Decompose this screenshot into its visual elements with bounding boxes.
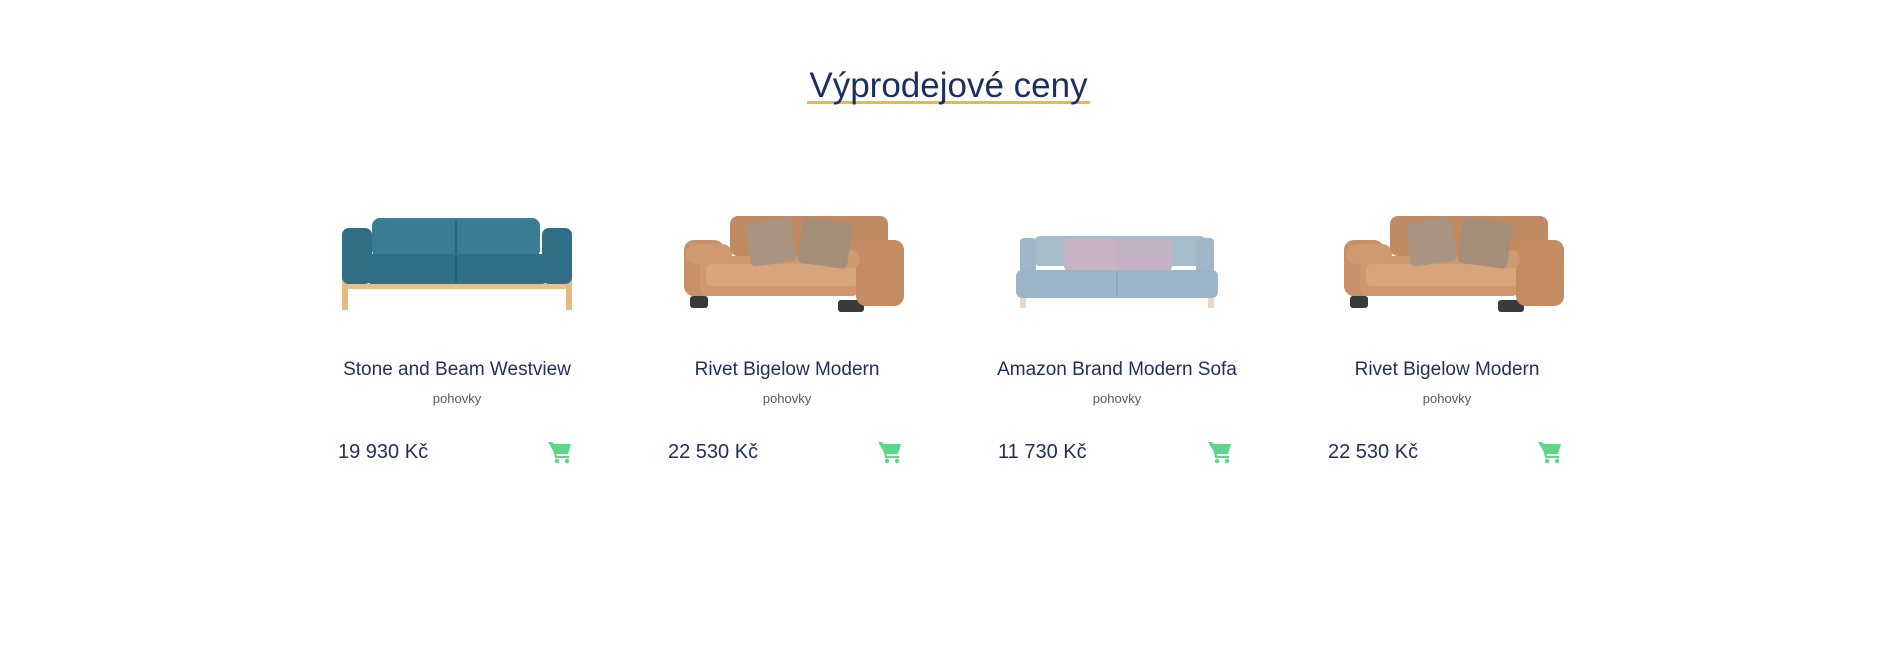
tan-leather-sofa-image[interactable] xyxy=(1320,200,1574,330)
product-card: Amazon Brand Modern Sofa pohovky 11 730 … xyxy=(990,200,1244,480)
product-name[interactable]: Stone and Beam Westview xyxy=(310,358,604,382)
product-name[interactable]: Rivet Bigelow Modern xyxy=(640,358,934,382)
section-title: Výprodejové ceny xyxy=(0,64,1897,108)
teal-sofa-image[interactable] xyxy=(330,200,584,330)
product-price: 22 530 Kč xyxy=(1328,441,1419,463)
shopping-cart-icon xyxy=(1538,442,1561,464)
product-category: pohovky xyxy=(762,391,812,406)
light-blue-sofa-image[interactable] xyxy=(990,200,1244,330)
product-category: pohovky xyxy=(1422,391,1472,406)
product-category: pohovky xyxy=(1092,391,1142,406)
product-price: 22 530 Kč xyxy=(668,441,759,463)
section-title-text: Výprodejové ceny xyxy=(807,64,1090,108)
tan-leather-sofa-image[interactable] xyxy=(660,200,914,330)
product-name[interactable]: Amazon Brand Modern Sofa xyxy=(970,358,1264,382)
product-price: 19 930 Kč xyxy=(338,441,429,463)
shopping-cart-icon xyxy=(548,442,571,464)
add-to-cart-button[interactable] xyxy=(1537,440,1563,464)
tan-leather-sofa-image-svg xyxy=(684,216,904,312)
product-card: Stone and Beam Westview pohovky 19 930 K… xyxy=(330,200,584,480)
shopping-cart-icon xyxy=(1208,442,1231,464)
add-to-cart-button[interactable] xyxy=(877,440,903,464)
product-grid: Stone and Beam Westview pohovky 19 930 K… xyxy=(330,200,1580,480)
product-card: Rivet Bigelow Modern pohovky 22 530 Kč xyxy=(1320,200,1574,480)
tan-leather-sofa-image-svg xyxy=(1344,216,1564,312)
light-blue-sofa-image-svg xyxy=(1016,236,1218,308)
shopping-cart-icon xyxy=(878,442,901,464)
add-to-cart-button[interactable] xyxy=(1207,440,1233,464)
product-price: 11 730 Kč xyxy=(998,441,1087,463)
teal-sofa-image-svg xyxy=(342,218,572,310)
product-card: Rivet Bigelow Modern pohovky 22 530 Kč xyxy=(660,200,914,480)
product-category: pohovky xyxy=(432,391,482,406)
add-to-cart-button[interactable] xyxy=(547,440,573,464)
product-name[interactable]: Rivet Bigelow Modern xyxy=(1300,358,1594,382)
